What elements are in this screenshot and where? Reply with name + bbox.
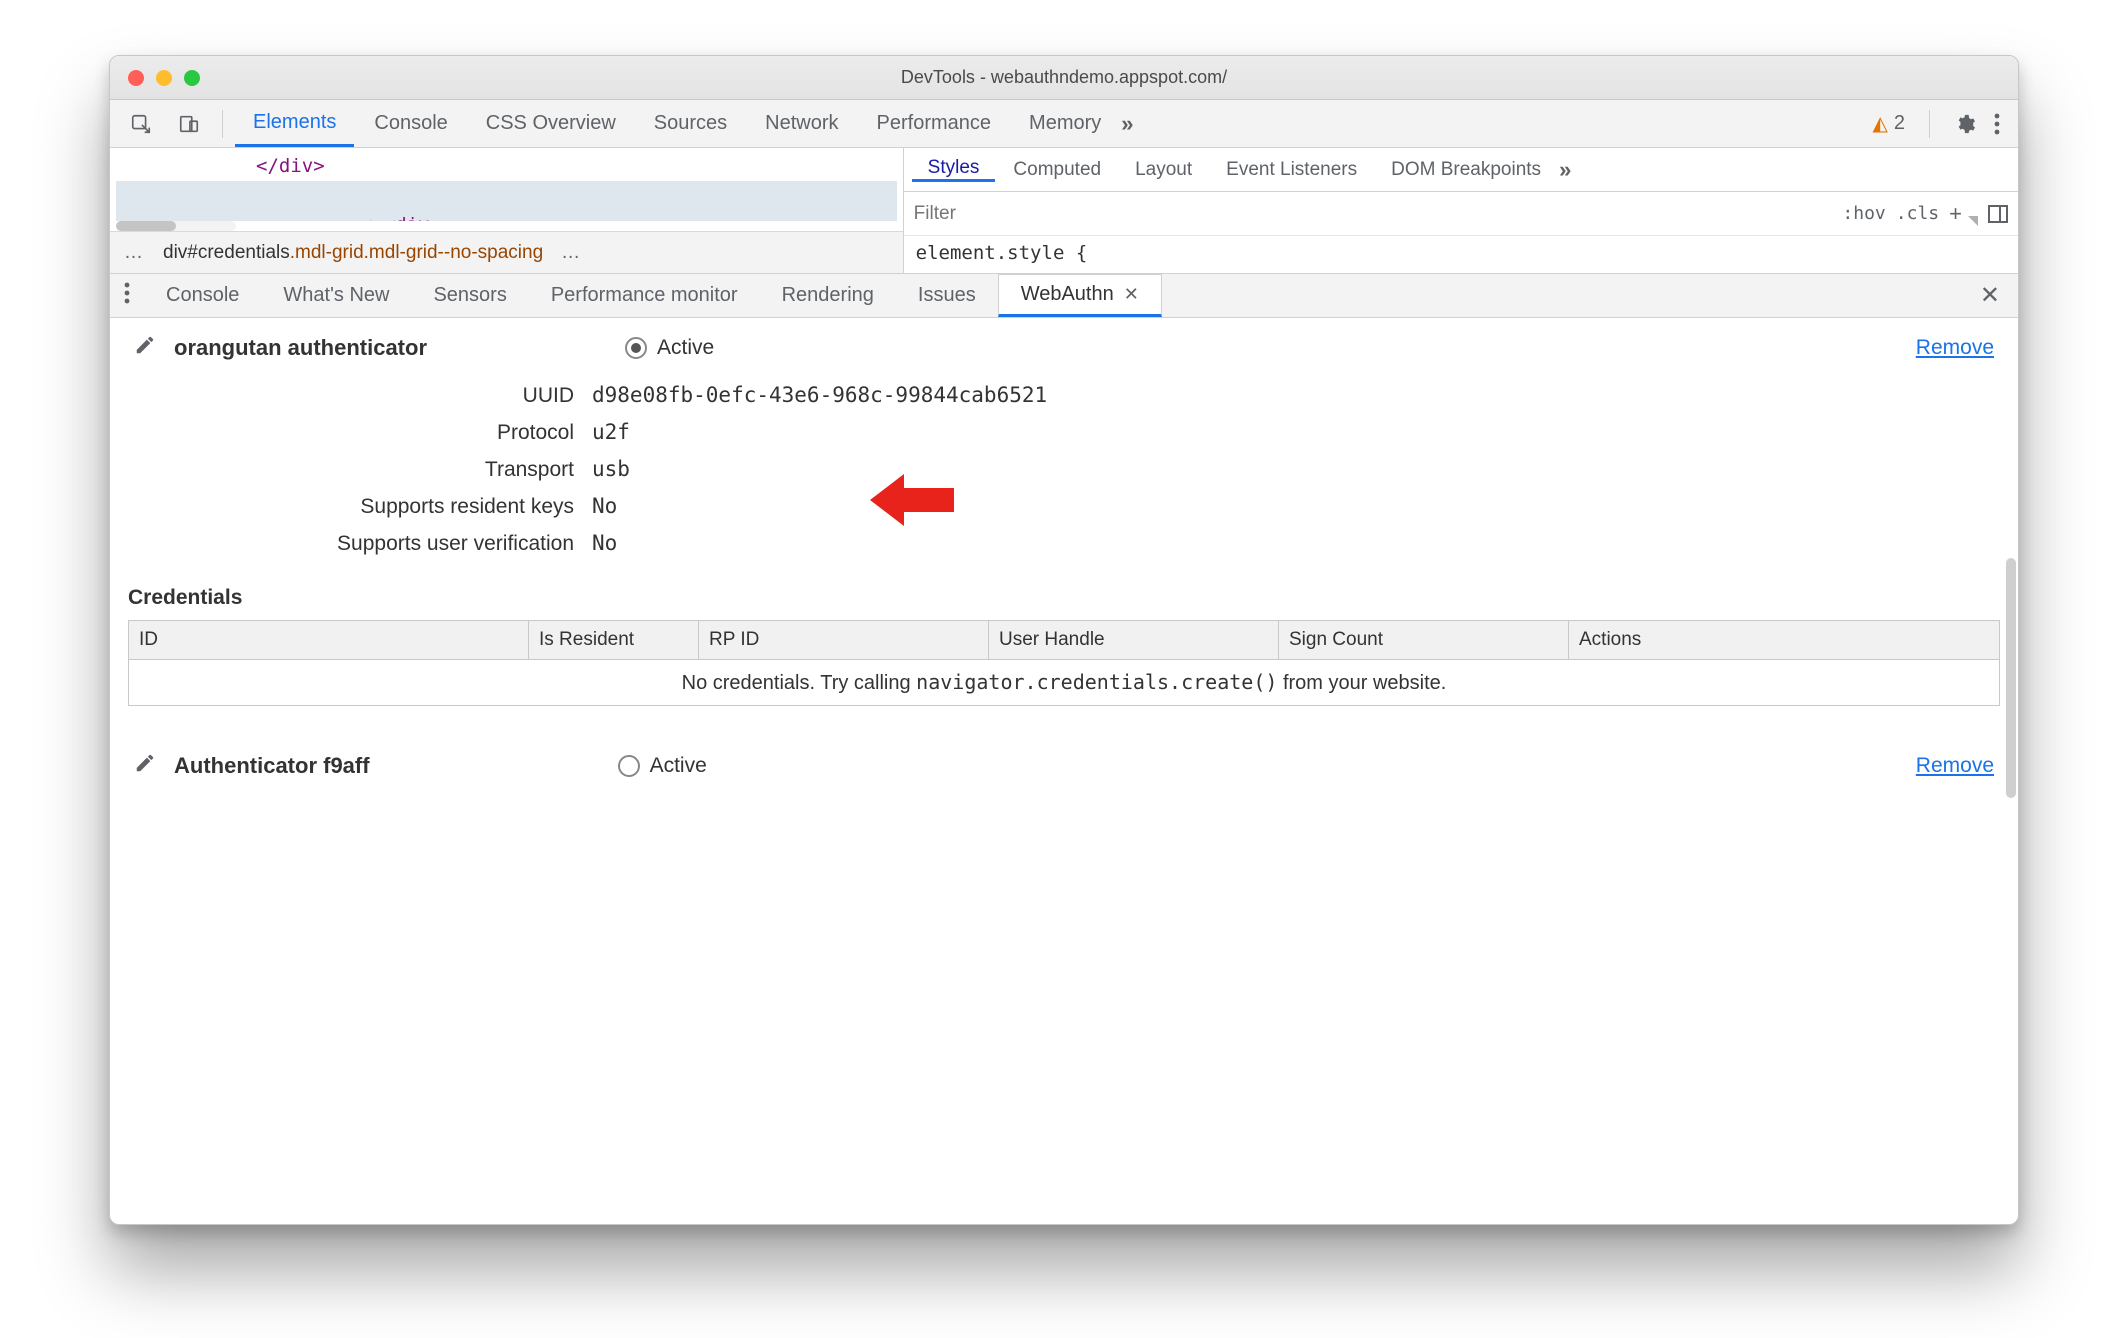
devtools-toolbar: Elements Console CSS Overview Sources Ne… (110, 100, 2018, 148)
drawer-tab-sensors[interactable]: Sensors (411, 274, 528, 317)
tab-memory[interactable]: Memory (1011, 100, 1119, 147)
active-radio[interactable] (618, 755, 640, 777)
element-style-block[interactable]: element.style { (904, 236, 2018, 270)
warning-count: 2 (1894, 112, 1905, 135)
authenticator-row: Authenticator f9aff Active Remove (110, 736, 2018, 785)
warning-icon: ◭ (1872, 111, 1887, 136)
col-is-resident: Is Resident (529, 621, 699, 659)
tab-css-overview[interactable]: CSS Overview (468, 100, 634, 147)
drawer-menu-icon[interactable] (110, 282, 144, 309)
elements-tree-panel: </div> ▶<div id="credentials" class="mdl… (110, 148, 904, 273)
hov-toggle[interactable]: :hov (1842, 203, 1885, 224)
vertical-scrollbar[interactable] (2006, 558, 2016, 798)
active-label: Active (650, 754, 707, 778)
drawer-tabstrip: Console What's New Sensors Performance m… (110, 274, 2018, 318)
credentials-heading: Credentials (110, 562, 2018, 620)
breadcrumb-overflow-left[interactable]: … (124, 242, 145, 264)
device-toggle-icon[interactable] (168, 113, 210, 135)
toolbar-separator (1929, 110, 1930, 138)
authenticator-details: UUID d98e08fb-0efc-43e6-968c-99844cab6521… (110, 367, 2018, 562)
authenticator-name: Authenticator f9aff (174, 753, 370, 779)
breadcrumb[interactable]: … div#credentials.mdl-grid.mdl-grid--no-… (110, 231, 903, 273)
sidetab-dom-breakpoints[interactable]: DOM Breakpoints (1375, 159, 1557, 181)
credentials-table: ID Is Resident RP ID User Handle Sign Co… (128, 620, 2000, 706)
horizontal-scrollbar[interactable] (116, 221, 236, 231)
sidetab-more[interactable]: » (1559, 157, 1571, 183)
tab-sources[interactable]: Sources (636, 100, 745, 147)
elements-split: </div> ▶<div id="credentials" class="mdl… (110, 148, 2018, 274)
remove-link[interactable]: Remove (1916, 754, 1994, 778)
transport-label: Transport (134, 458, 574, 482)
authenticator-row: orangutan authenticator Active Remove (110, 318, 2018, 367)
edit-icon[interactable] (134, 752, 156, 779)
more-menu-icon[interactable] (1994, 113, 2000, 135)
uuid-label: UUID (134, 384, 574, 408)
styles-filter-row: :hov .cls + (904, 192, 2018, 236)
protocol-label: Protocol (134, 421, 574, 445)
credentials-empty-message: No credentials. Try calling navigator.cr… (129, 659, 1999, 705)
styles-tabstrip: Styles Computed Layout Event Listeners D… (904, 148, 2018, 192)
remove-link[interactable]: Remove (1916, 336, 1994, 360)
suv-label: Supports user verification (134, 532, 574, 556)
drawer-tab-issues[interactable]: Issues (896, 274, 998, 317)
toggle-sidebar-icon[interactable] (1988, 205, 2008, 223)
suv-value: No (592, 531, 617, 555)
protocol-value: u2f (592, 420, 630, 444)
styles-filter-input[interactable] (914, 203, 1833, 225)
drawer-tab-console[interactable]: Console (144, 274, 261, 317)
drawer-tab-webauthn[interactable]: WebAuthn ✕ (998, 274, 1162, 317)
elements-dom-tree[interactable]: </div> ▶<div id="credentials" class="mdl… (110, 148, 903, 221)
tab-performance[interactable]: Performance (859, 100, 1010, 147)
uuid-value: d98e08fb-0efc-43e6-968c-99844cab6521 (592, 383, 1047, 407)
drawer-tab-performance-monitor[interactable]: Performance monitor (529, 274, 760, 317)
cls-toggle[interactable]: .cls (1896, 203, 1939, 224)
inspect-element-icon[interactable] (120, 113, 162, 135)
col-rp-id: RP ID (699, 621, 989, 659)
col-actions: Actions (1569, 621, 1999, 659)
settings-gear-icon[interactable] (1954, 113, 1976, 135)
srk-label: Supports resident keys (134, 495, 574, 519)
new-style-rule-icon[interactable]: + (1949, 201, 1962, 227)
sidetab-event-listeners[interactable]: Event Listeners (1210, 159, 1373, 181)
srk-value: No (592, 494, 617, 518)
tab-network[interactable]: Network (747, 100, 856, 147)
window-title: DevTools - webauthndemo.appspot.com/ (110, 67, 2018, 88)
table-header-row: ID Is Resident RP ID User Handle Sign Co… (129, 621, 1999, 659)
issues-badge[interactable]: ◭ 2 (1872, 111, 1905, 136)
devtools-window: DevTools - webauthndemo.appspot.com/ Ele… (109, 55, 2019, 1225)
tab-elements[interactable]: Elements (235, 100, 354, 147)
breadcrumb-overflow-right[interactable]: … (561, 242, 582, 264)
drawer-close-icon[interactable]: ✕ (1962, 281, 2018, 310)
main-tabstrip: Elements Console CSS Overview Sources Ne… (235, 100, 1134, 147)
toolbar-separator (222, 110, 223, 138)
col-sign-count: Sign Count (1279, 621, 1569, 659)
breadcrumb-selected[interactable]: div#credentials (163, 242, 290, 263)
drawer-tab-whats-new[interactable]: What's New (261, 274, 411, 317)
close-tab-icon[interactable]: ✕ (1124, 284, 1139, 305)
drawer-tab-rendering[interactable]: Rendering (760, 274, 896, 317)
transport-value: usb (592, 457, 630, 481)
col-user-handle: User Handle (989, 621, 1279, 659)
sidetab-computed[interactable]: Computed (997, 159, 1117, 181)
edit-icon[interactable] (134, 334, 156, 361)
styles-panel: Styles Computed Layout Event Listeners D… (904, 148, 2018, 273)
resize-handle-icon[interactable] (1968, 216, 1978, 226)
webauthn-panel: orangutan authenticator Active Remove UU… (110, 318, 2018, 1224)
active-radio[interactable] (625, 337, 647, 359)
authenticator-name: orangutan authenticator (174, 335, 427, 361)
annotation-arrow-icon (870, 468, 954, 537)
more-tabs-button[interactable]: » (1121, 100, 1133, 147)
sidetab-layout[interactable]: Layout (1119, 159, 1208, 181)
window-titlebar: DevTools - webauthndemo.appspot.com/ (110, 56, 2018, 100)
sidetab-styles[interactable]: Styles (912, 157, 996, 182)
tab-console[interactable]: Console (356, 100, 465, 147)
col-id: ID (129, 621, 529, 659)
active-label: Active (657, 336, 714, 360)
